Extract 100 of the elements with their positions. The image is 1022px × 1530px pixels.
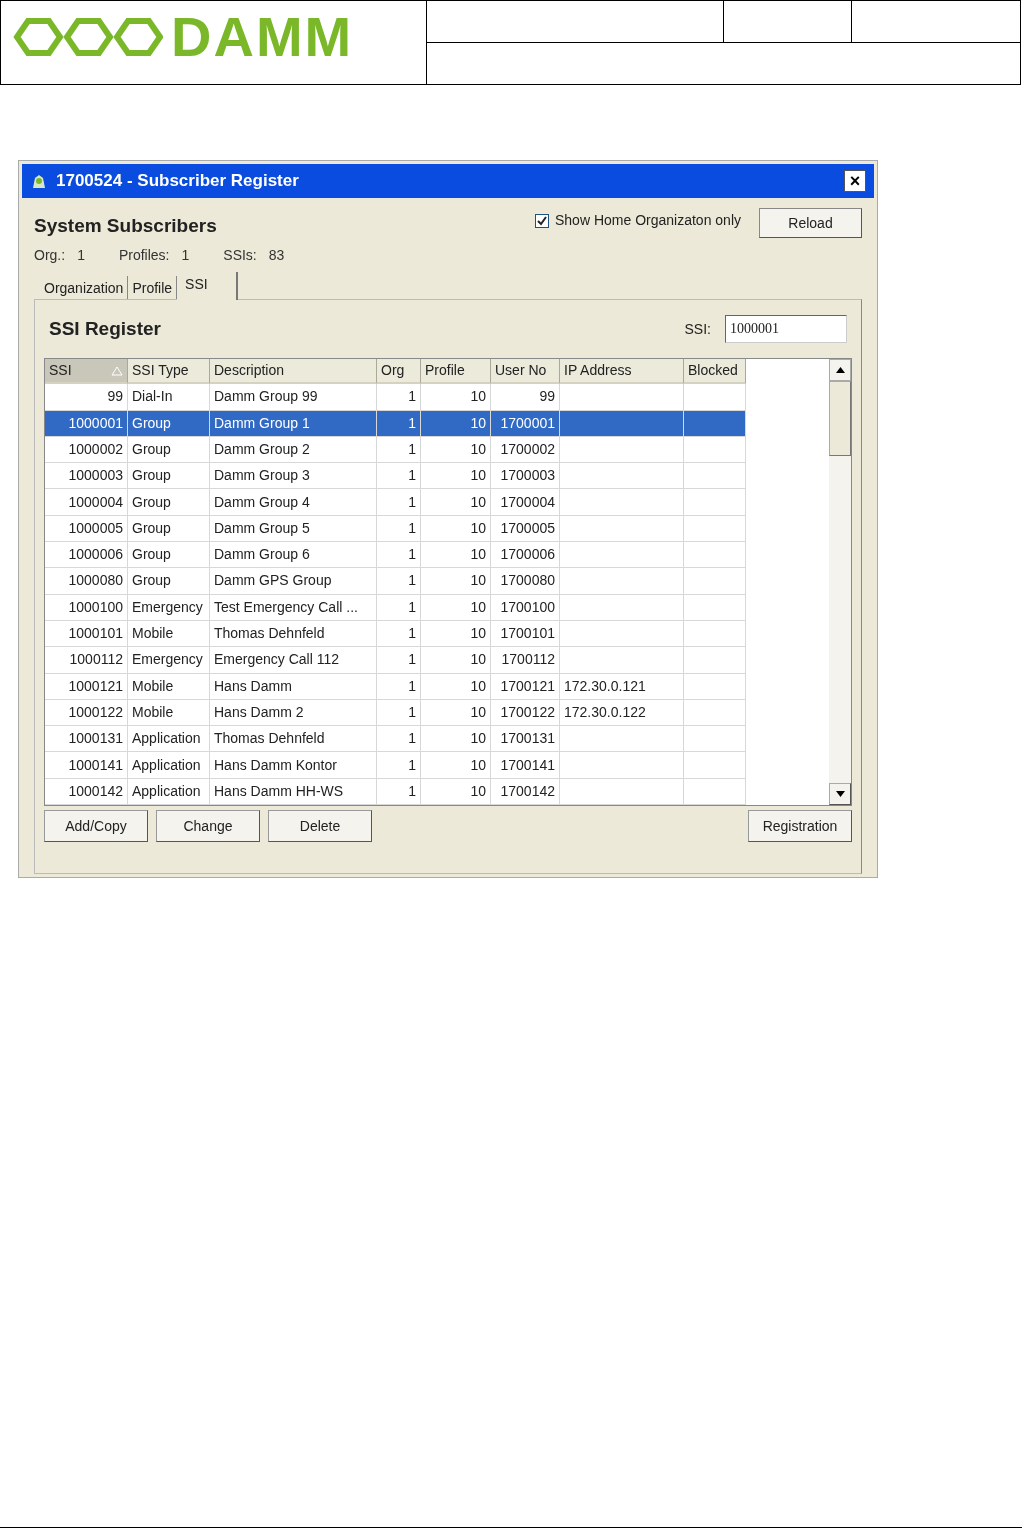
table-cell: 10: [421, 752, 491, 779]
table-cell: Hans Damm HH-WS: [210, 778, 377, 805]
table-cell: 10: [421, 436, 491, 464]
table-cell: 1700003: [491, 463, 560, 490]
action-button[interactable]: Change: [156, 810, 260, 842]
table-cell: 1000121: [45, 673, 128, 700]
table-cell: Thomas Dehnfeld: [210, 620, 377, 648]
logo-text: DAMM: [171, 8, 354, 65]
table-cell: [684, 384, 746, 411]
table-cell: 1700002: [491, 436, 560, 464]
reload-button[interactable]: Reload: [759, 208, 862, 238]
table-cell: [684, 699, 746, 727]
registration-button[interactable]: Registration: [748, 810, 852, 842]
table-cell: [684, 752, 746, 779]
tab[interactable]: Organization: [40, 276, 129, 300]
table-cell: 10: [421, 384, 491, 411]
table-cell: 1700005: [491, 515, 560, 543]
table-cell: 1: [377, 699, 421, 727]
table-cell: 1: [377, 410, 421, 437]
table-cell: 1: [377, 568, 421, 595]
table-cell: [684, 594, 746, 621]
column-header[interactable]: Blocked: [684, 359, 746, 385]
table-cell: 10: [421, 515, 491, 543]
table-cell: Damm Group 1: [210, 410, 377, 437]
table-cell: 1000122: [45, 699, 128, 727]
table-cell: 99: [45, 384, 128, 411]
table-cell: 10: [421, 410, 491, 437]
table-cell: Group: [128, 463, 210, 490]
table-cell: 1000112: [45, 647, 128, 674]
show-home-checkbox[interactable]: [535, 213, 549, 228]
action-button[interactable]: Add/Copy: [44, 810, 148, 842]
checkbox-label: Show Home Organizaton only: [555, 211, 741, 230]
table-cell: 1700101: [491, 620, 560, 648]
scroll-up-button[interactable]: [829, 359, 851, 381]
table-cell: Damm Group 5: [210, 515, 377, 543]
table-cell: 10: [421, 594, 491, 621]
field-label: SSI:: [684, 319, 711, 339]
table-cell: [684, 568, 746, 595]
table-cell: [684, 489, 746, 516]
table-cell: 1700100: [491, 594, 560, 621]
selected-row[interactable]: 1000001 Group Damm Group 1 1 10 1700001: [45, 410, 746, 437]
table-cell: 10: [421, 726, 491, 753]
table-cell: Group: [128, 489, 210, 516]
table-cell: Hans Damm 2: [210, 699, 377, 727]
table-cell: Dial-In: [128, 384, 210, 411]
table-cell: 1700141: [491, 752, 560, 779]
table-cell: 1700001: [491, 410, 560, 437]
table-cell: Mobile: [128, 673, 210, 700]
table-cell: 1: [377, 542, 421, 569]
stat-label: Org.:: [34, 245, 66, 265]
scroll-thumb[interactable]: [829, 381, 851, 456]
table-cell: [684, 410, 746, 437]
stat-label: Profiles:: [118, 245, 170, 265]
table-cell: 1000100: [45, 594, 128, 621]
table-cell: [684, 542, 746, 569]
table-cell: Hans Damm: [210, 673, 377, 700]
up-arrow-icon: [835, 367, 845, 373]
table-cell: [684, 436, 746, 464]
column-header[interactable]: SSI Type: [128, 359, 210, 385]
tab[interactable]: SSI: [177, 272, 238, 300]
table-cell: Application: [128, 726, 210, 753]
table-cell: Group: [128, 542, 210, 569]
table-cell: 1700004: [491, 489, 560, 516]
table-cell: 1: [377, 778, 421, 805]
column-header[interactable]: Description: [210, 359, 377, 385]
table-cell: Group: [128, 410, 210, 437]
table-cell: 10: [421, 647, 491, 674]
table-cell: Emergency Call 112: [210, 647, 377, 674]
table-cell: 10: [421, 542, 491, 569]
table-cell: 1000101: [45, 620, 128, 648]
table-cell: 99: [491, 384, 560, 411]
column-header[interactable]: IP Address: [560, 359, 684, 385]
table-cell: 1: [377, 620, 421, 648]
table-cell: 1: [377, 384, 421, 411]
table-cell: 10: [421, 620, 491, 648]
table-cell: Thomas Dehnfeld: [210, 726, 377, 753]
table-cell: [684, 515, 746, 543]
table-cell: Damm Group 4: [210, 489, 377, 516]
column-header[interactable]: User No: [491, 359, 560, 385]
column-header[interactable]: SSI: [45, 359, 128, 385]
vertical-scrollbar[interactable]: [829, 359, 851, 805]
sort-ascending-icon: [111, 365, 123, 376]
table-cell: 172.30.0.121: [560, 673, 684, 700]
table-cell: 1: [377, 594, 421, 621]
column-header[interactable]: Profile: [421, 359, 491, 385]
down-arrow-icon: [835, 791, 845, 797]
table-cell: Damm GPS Group: [210, 568, 377, 595]
close-button[interactable]: ×: [844, 170, 866, 192]
scroll-down-button[interactable]: [829, 783, 851, 805]
table-cell: 1000142: [45, 778, 128, 805]
ssi-input-field[interactable]: 1000001: [725, 315, 847, 343]
action-button[interactable]: Delete: [268, 810, 372, 842]
column-header[interactable]: Org: [377, 359, 421, 385]
table-cell: [684, 673, 746, 700]
table-cell: Mobile: [128, 699, 210, 727]
table-cell: Group: [128, 568, 210, 595]
table-cell: Group: [128, 515, 210, 543]
table-cell: Application: [128, 752, 210, 779]
table-cell: Damm Group 3: [210, 463, 377, 490]
table-cell: Damm Group 99: [210, 384, 377, 411]
